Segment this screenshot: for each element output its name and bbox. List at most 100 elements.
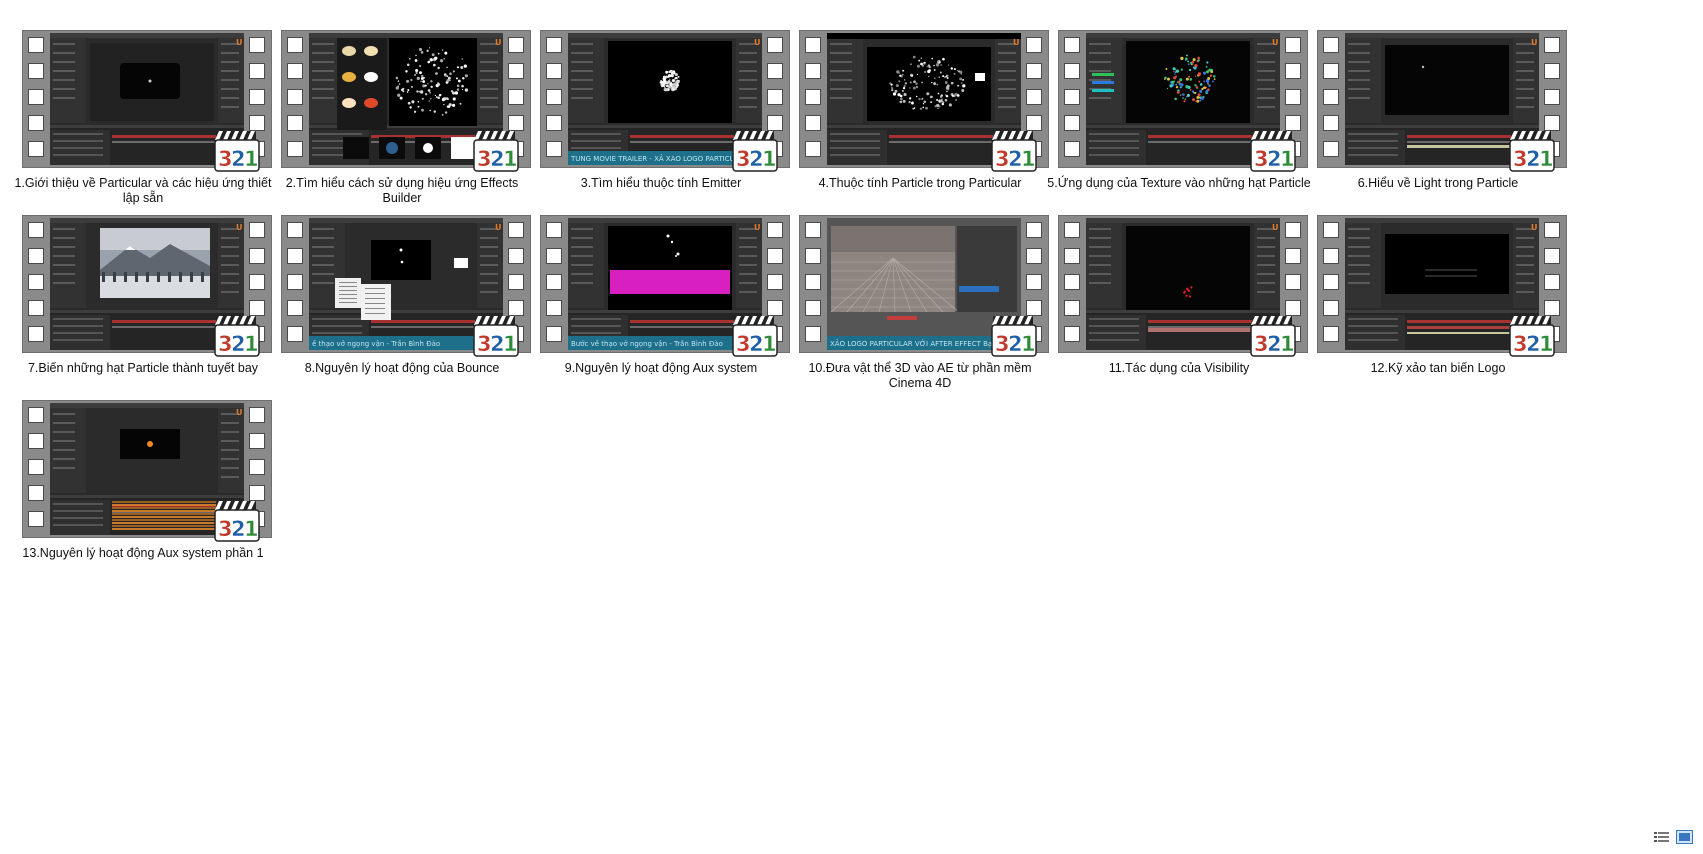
filmstrip-perforations — [541, 31, 568, 167]
video-file-item[interactable]: U 3 2 1 7.Biến những hạt Particle thành tuyế… — [0, 185, 282, 385]
svg-text:U: U — [754, 38, 761, 47]
filmstrip-perforations — [23, 216, 50, 352]
filmstrip-perforations — [800, 216, 827, 352]
filmstrip-perforations — [1318, 31, 1345, 167]
perforation-hole — [546, 141, 562, 157]
svg-text:U: U — [754, 223, 761, 232]
perforation-hole — [287, 326, 303, 342]
perforation-hole — [28, 115, 44, 131]
perforation-hole — [1323, 248, 1339, 264]
perforation-hole — [287, 222, 303, 238]
perforation-hole — [249, 459, 265, 475]
perforation-hole — [805, 115, 821, 131]
perforation-hole — [28, 459, 44, 475]
perforation-hole — [287, 63, 303, 79]
video-file-item[interactable]: UXẢO LOGO PARTICULAR VỚI AFTER EFFECT Bạ… — [777, 185, 1059, 390]
filmstrip-perforations — [282, 216, 309, 352]
perforation-hole — [287, 274, 303, 290]
media-player-321-icon: 321 — [991, 131, 1037, 172]
perforation-hole — [1323, 274, 1339, 290]
perforation-hole — [1323, 37, 1339, 53]
svg-text:1: 1 — [503, 147, 518, 171]
filmstrip-perforations — [1059, 31, 1086, 167]
perforation-hole — [28, 248, 44, 264]
perforation-hole — [28, 300, 44, 316]
video-file-item[interactable]: U 3 2 1 1.Giới thiệu về Particular và các hi… — [0, 0, 282, 205]
media-player-321-icon: 321 — [732, 131, 778, 172]
perforation-hole — [1064, 248, 1080, 264]
perforation-hole — [287, 89, 303, 105]
svg-text:U: U — [495, 38, 502, 47]
svg-text:1: 1 — [1021, 332, 1036, 356]
perforation-hole — [287, 300, 303, 316]
perforation-hole — [1064, 274, 1080, 290]
perforation-hole — [28, 37, 44, 53]
perforation-hole — [546, 89, 562, 105]
video-file-item[interactable]: U 3 2 1 13.Nguyên lý hoạt động Aux system ph… — [0, 370, 282, 570]
media-player-321-icon: 321 — [1250, 316, 1296, 357]
perforation-hole — [805, 300, 821, 316]
file-grid: U 3 2 1 1.Giới thiệu về Particular và các hi… — [0, 0, 1703, 854]
perforation-hole — [1544, 222, 1560, 238]
svg-text:U: U — [236, 223, 243, 232]
media-player-321-icon: 321 — [473, 131, 519, 172]
perforation-hole — [1323, 89, 1339, 105]
perforation-hole — [805, 222, 821, 238]
filmstrip-perforations — [282, 31, 309, 167]
perforation-hole — [805, 89, 821, 105]
perforation-hole — [1064, 141, 1080, 157]
video-file-item[interactable]: U 3 2 1 11.Tác dụng của Visibility — [1036, 185, 1318, 385]
perforation-hole — [1064, 89, 1080, 105]
perforation-hole — [28, 485, 44, 501]
perforation-hole — [28, 326, 44, 342]
video-file-item[interactable]: U Bước về thạo vở ngọng vận - Trần Bình Đ… — [518, 185, 800, 385]
perforation-hole — [1323, 63, 1339, 79]
perforation-hole — [1064, 63, 1080, 79]
svg-text:1: 1 — [1539, 147, 1554, 171]
svg-text:U: U — [1013, 38, 1020, 47]
file-name-label: 12.Kỹ xảo tan biến Logo — [1370, 361, 1506, 375]
svg-text:U: U — [1272, 223, 1279, 232]
perforation-hole — [1064, 326, 1080, 342]
file-name-label: 8.Nguyên lý hoạt động của Bounce — [304, 361, 500, 375]
perforation-hole — [1544, 248, 1560, 264]
video-file-item[interactable]: Uề thạo vở ngọng vận - Trần Bình Đào 3 2 1 8… — [259, 185, 541, 385]
svg-text:U: U — [1531, 38, 1538, 47]
perforation-hole — [1544, 37, 1560, 53]
perforation-hole — [28, 274, 44, 290]
media-player-321-icon: 321 — [1509, 131, 1555, 172]
svg-text:1: 1 — [1021, 147, 1036, 171]
file-name-label: 10.Đưa vật thể 3D vào AE từ phần mềm Cin… — [808, 361, 1032, 390]
filmstrip-perforations — [23, 31, 50, 167]
media-player-321-icon: 321 — [473, 316, 519, 357]
video-file-item[interactable]: U 3 2 1 2.Tìm hiểu cách sử dụng hiệu ứng Eff… — [259, 0, 541, 205]
video-file-item[interactable]: U 3 2 1 6.Hiểu về Light trong Particle — [1295, 0, 1577, 200]
video-file-item[interactable]: U 3 2 1 12.Kỹ xảo tan biến Logo — [1295, 185, 1577, 385]
perforation-hole — [28, 63, 44, 79]
video-file-item[interactable]: U TUNG MOVIE TRAILER - XẢ XAO LOGO PARTIC… — [518, 0, 800, 200]
perforation-hole — [1323, 115, 1339, 131]
filmstrip-perforations — [541, 216, 568, 352]
details-view-icon[interactable] — [1653, 830, 1670, 844]
perforation-hole — [546, 248, 562, 264]
svg-text:1: 1 — [762, 147, 777, 171]
video-file-item[interactable]: U 3 2 1 4.Thuộc tính Particle trong Particul… — [777, 0, 1059, 200]
perforation-hole — [546, 37, 562, 53]
svg-text:U: U — [1272, 38, 1279, 47]
perforation-hole — [805, 274, 821, 290]
svg-text:1: 1 — [244, 332, 259, 356]
perforation-hole — [1064, 222, 1080, 238]
file-name-label: 11.Tác dụng của Visibility — [1108, 361, 1250, 375]
perforation-hole — [1323, 300, 1339, 316]
perforation-hole — [805, 248, 821, 264]
large-icons-view-icon[interactable] — [1676, 830, 1693, 844]
video-file-item[interactable]: U 3 2 1 5.Ứng dụng của Texture vào những hạt… — [1036, 0, 1318, 200]
perforation-hole — [805, 326, 821, 342]
svg-text:1: 1 — [762, 332, 777, 356]
media-player-321-icon: 321 — [214, 131, 260, 172]
svg-text:U: U — [1531, 223, 1538, 232]
filmstrip-perforations — [1059, 216, 1086, 352]
perforation-hole — [287, 37, 303, 53]
perforation-hole — [805, 141, 821, 157]
perforation-hole — [546, 326, 562, 342]
